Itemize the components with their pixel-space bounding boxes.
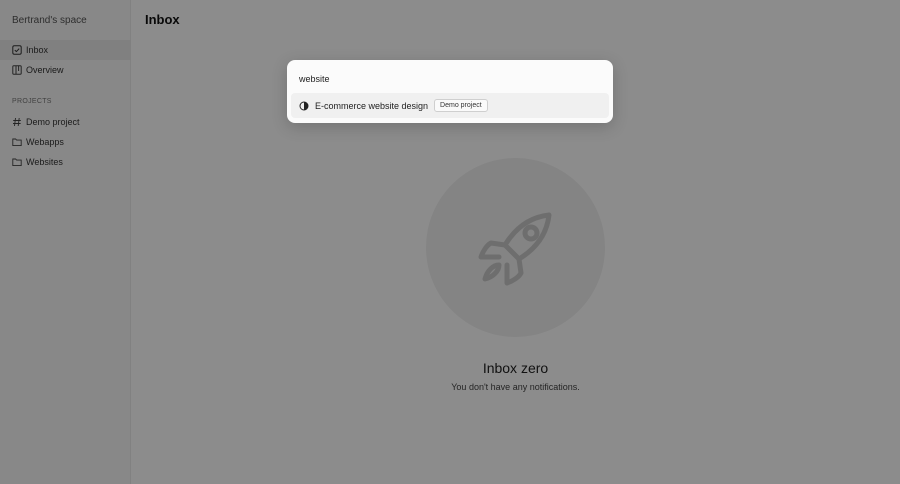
project-badge: Demo project xyxy=(434,99,488,112)
half-circle-status-icon xyxy=(299,101,309,111)
search-result-label: E-commerce website design xyxy=(315,100,429,111)
search-result-item[interactable]: E-commerce website design Demo project xyxy=(291,93,609,118)
search-input[interactable] xyxy=(299,70,599,88)
search-palette: E-commerce website design Demo project xyxy=(287,60,613,123)
app: Bertrand's space Inbox Overview PROJECTS… xyxy=(0,0,900,484)
